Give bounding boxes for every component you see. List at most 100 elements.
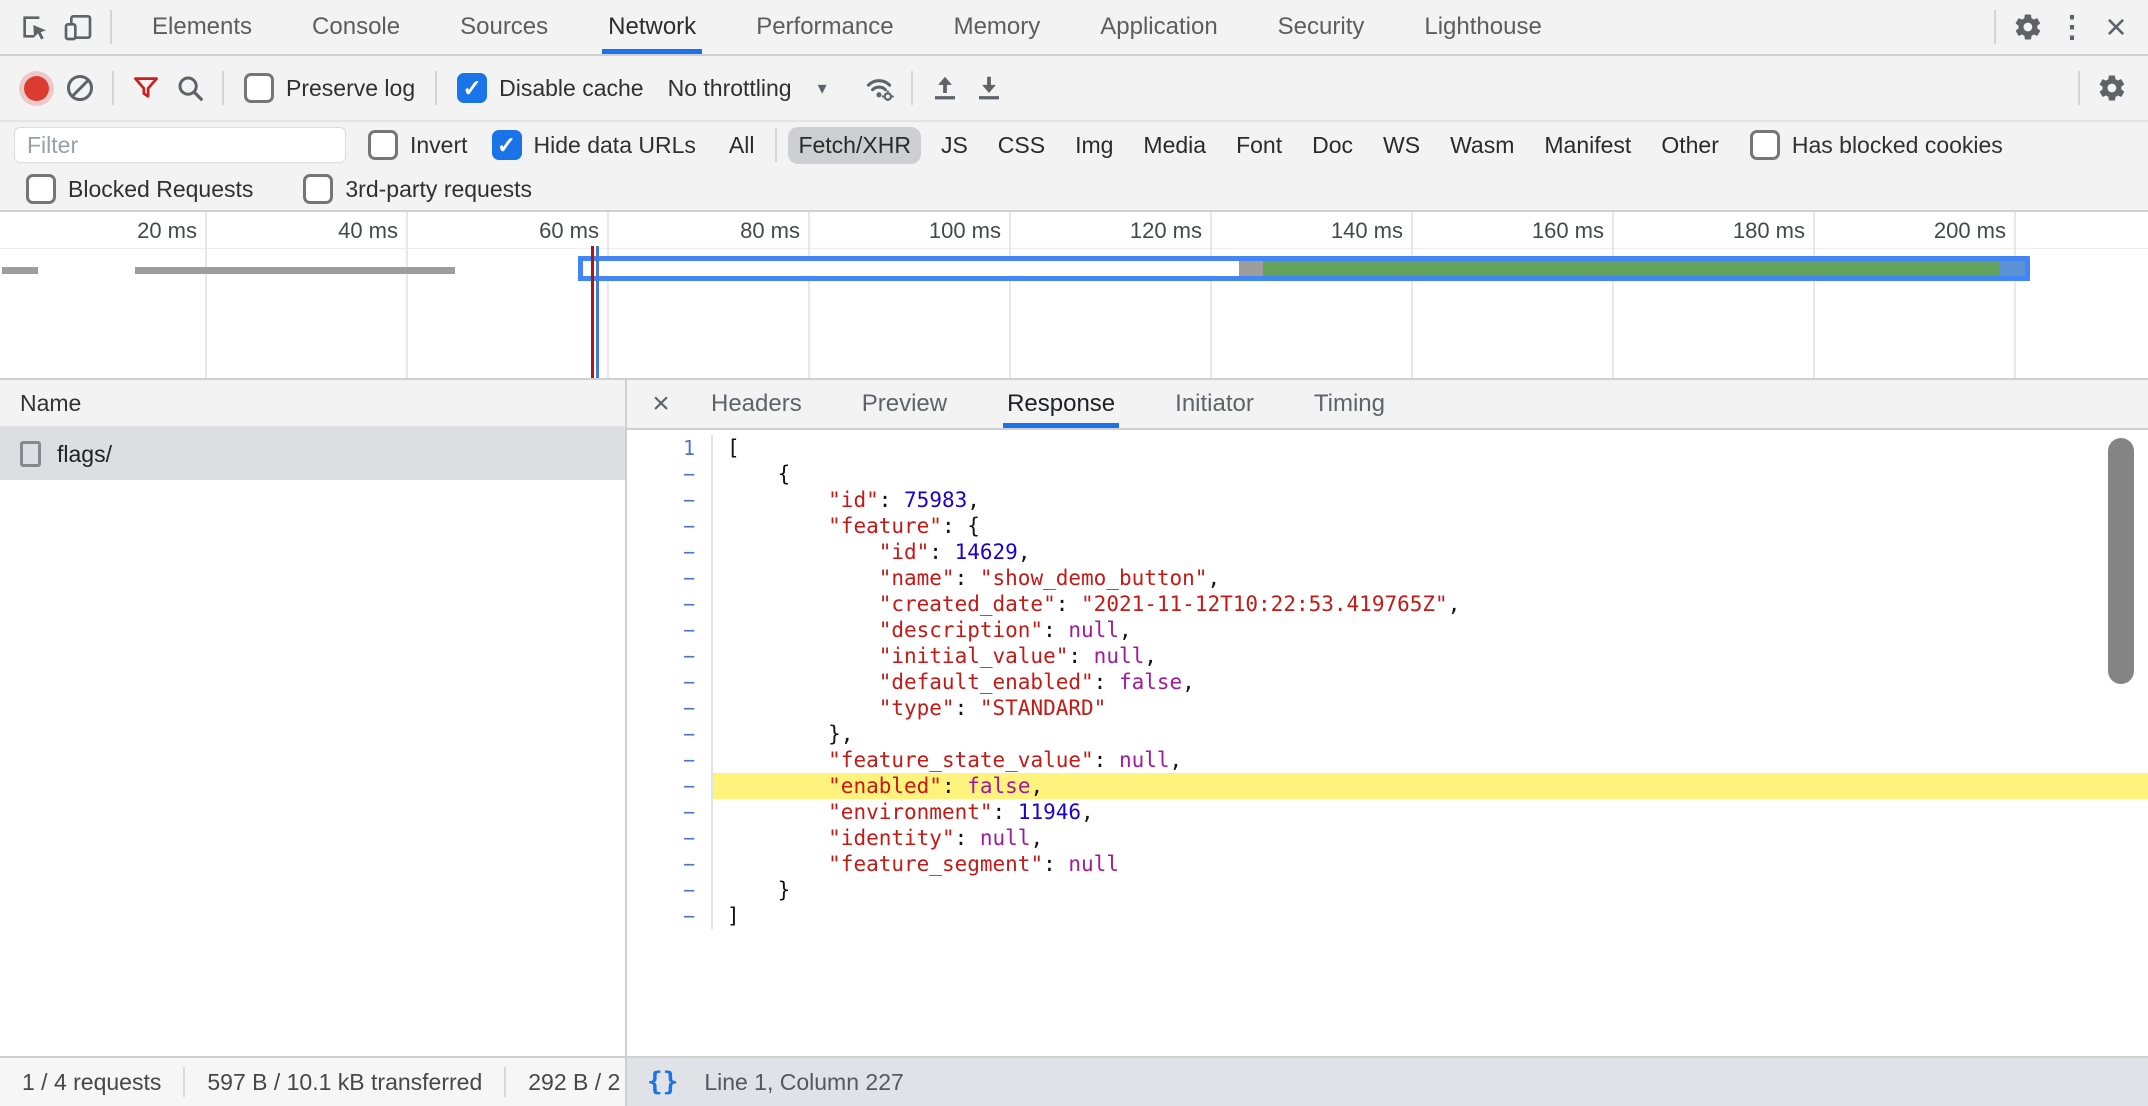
type-filter-wasm[interactable]: Wasm: [1440, 127, 1524, 164]
fold-marker-icon[interactable]: −: [627, 825, 713, 851]
timeline-tick-label: 40 ms: [238, 218, 398, 244]
detail-tabs: Headers Preview Response Initiator Timing: [681, 380, 1415, 428]
overview-request-bar: [135, 267, 455, 274]
status-segment: 1 / 4 requests: [0, 1067, 185, 1097]
fold-marker-icon[interactable]: −: [627, 617, 713, 643]
fold-marker-icon[interactable]: −: [627, 643, 713, 669]
code-text: "created_date": "2021-11-12T10:22:53.419…: [713, 591, 2148, 617]
detail-tab-timing[interactable]: Timing: [1310, 380, 1389, 428]
disable-cache-checkbox[interactable]: ✓: [457, 73, 487, 103]
hide-data-urls-checkbox[interactable]: ✓: [492, 130, 522, 160]
type-filter-all[interactable]: All: [719, 127, 765, 164]
tab-application[interactable]: Application: [1094, 0, 1223, 54]
tab-memory[interactable]: Memory: [948, 0, 1047, 54]
device-toolbar-icon[interactable]: [56, 5, 100, 49]
has-blocked-cookies-label[interactable]: Has blocked cookies: [1792, 132, 2003, 159]
network-settings-gear-icon[interactable]: [2090, 66, 2134, 110]
type-filter-fetch-xhr[interactable]: Fetch/XHR: [788, 127, 920, 164]
search-icon[interactable]: [168, 66, 212, 110]
type-filter-media[interactable]: Media: [1133, 127, 1216, 164]
blocked-requests-checkbox[interactable]: [26, 174, 56, 204]
tab-sources[interactable]: Sources: [454, 0, 554, 54]
fold-marker-icon[interactable]: −: [627, 721, 713, 747]
filter-funnel-icon[interactable]: [124, 66, 168, 110]
type-filter-img[interactable]: Img: [1065, 127, 1123, 164]
line-number: 1: [627, 435, 713, 461]
fold-marker-icon[interactable]: −: [627, 799, 713, 825]
import-har-icon[interactable]: [923, 66, 967, 110]
type-filter-font[interactable]: Font: [1226, 127, 1292, 164]
timeline-tick-label: 140 ms: [1243, 218, 1403, 244]
type-filter-ws[interactable]: WS: [1373, 127, 1430, 164]
network-overview-timeline[interactable]: 20 ms40 ms60 ms80 ms100 ms120 ms140 ms16…: [0, 212, 2148, 380]
fold-marker-icon[interactable]: −: [627, 565, 713, 591]
fold-marker-icon[interactable]: −: [627, 513, 713, 539]
invert-toggle: Invert: [368, 130, 468, 160]
invert-checkbox[interactable]: [368, 130, 398, 160]
has-blocked-cookies-checkbox[interactable]: [1750, 130, 1780, 160]
inspect-element-icon[interactable]: [12, 5, 56, 49]
invert-label[interactable]: Invert: [410, 132, 468, 159]
timeline-gridline: [607, 212, 609, 378]
network-conditions-icon[interactable]: [857, 66, 901, 110]
tab-lighthouse[interactable]: Lighthouse: [1418, 0, 1547, 54]
editor-status: {} Line 1, Column 227: [627, 1058, 2148, 1106]
hide-data-urls-label[interactable]: Hide data URLs: [534, 132, 696, 159]
tab-performance[interactable]: Performance: [750, 0, 899, 54]
code-text: },: [713, 721, 2148, 747]
fold-marker-icon[interactable]: −: [627, 877, 713, 903]
tab-elements[interactable]: Elements: [146, 0, 258, 54]
more-options-icon[interactable]: ⋮: [2050, 5, 2094, 49]
fold-marker-icon[interactable]: −: [627, 695, 713, 721]
detail-tab-preview[interactable]: Preview: [858, 380, 951, 428]
tab-network[interactable]: Network: [602, 0, 702, 54]
type-filter-manifest[interactable]: Manifest: [1534, 127, 1641, 164]
code-text: "name": "show_demo_button",: [713, 565, 2148, 591]
type-filter-doc[interactable]: Doc: [1302, 127, 1363, 164]
fold-marker-icon[interactable]: −: [627, 487, 713, 513]
blocked-requests-label[interactable]: Blocked Requests: [68, 176, 253, 203]
preserve-log-label[interactable]: Preserve log: [286, 75, 415, 102]
fold-marker-icon[interactable]: −: [627, 669, 713, 695]
request-row[interactable]: flags/: [0, 428, 625, 480]
fold-marker-icon[interactable]: −: [627, 903, 713, 929]
code-line: − "description": null,: [627, 617, 2148, 643]
code-line: −]: [627, 903, 2148, 929]
code-text: {: [713, 461, 2148, 487]
close-detail-icon[interactable]: ×: [641, 387, 681, 421]
third-party-checkbox[interactable]: [303, 174, 333, 204]
fold-marker-icon[interactable]: −: [627, 591, 713, 617]
fold-marker-icon[interactable]: −: [627, 851, 713, 877]
name-column-header[interactable]: Name: [0, 380, 625, 428]
fold-marker-icon[interactable]: −: [627, 747, 713, 773]
filter-input[interactable]: [14, 127, 346, 163]
clear-network-log-icon[interactable]: [58, 66, 102, 110]
tab-console[interactable]: Console: [306, 0, 406, 54]
pretty-print-icon[interactable]: {}: [647, 1067, 678, 1097]
fold-marker-icon[interactable]: −: [627, 539, 713, 565]
record-network-log-icon[interactable]: [14, 66, 58, 110]
fold-marker-icon[interactable]: −: [627, 461, 713, 487]
throttling-select[interactable]: No throttling ▾: [668, 75, 827, 102]
third-party-label[interactable]: 3rd-party requests: [345, 176, 532, 203]
preserve-log-checkbox[interactable]: [244, 73, 274, 103]
code-line: − "id": 75983,: [627, 487, 2148, 513]
blocked-requests-toggle: Blocked Requests: [26, 174, 253, 204]
type-filter-js[interactable]: JS: [931, 127, 978, 164]
code-line: − "identity": null,: [627, 825, 2148, 851]
tab-security[interactable]: Security: [1272, 0, 1371, 54]
detail-tab-headers[interactable]: Headers: [707, 380, 806, 428]
export-har-icon[interactable]: [967, 66, 1011, 110]
code-text: }: [713, 877, 2148, 903]
code-line: − "default_enabled": false,: [627, 669, 2148, 695]
type-filter-css[interactable]: CSS: [988, 127, 1055, 164]
settings-gear-icon[interactable]: [2006, 5, 2050, 49]
disable-cache-label[interactable]: Disable cache: [499, 75, 643, 102]
divider: [911, 71, 913, 105]
vertical-scrollbar[interactable]: [2108, 438, 2134, 684]
close-devtools-icon[interactable]: ×: [2094, 5, 2138, 49]
detail-tab-response[interactable]: Response: [1003, 380, 1119, 428]
fold-marker-icon[interactable]: −: [627, 773, 713, 799]
detail-tab-initiator[interactable]: Initiator: [1171, 380, 1258, 428]
type-filter-other[interactable]: Other: [1651, 127, 1729, 164]
